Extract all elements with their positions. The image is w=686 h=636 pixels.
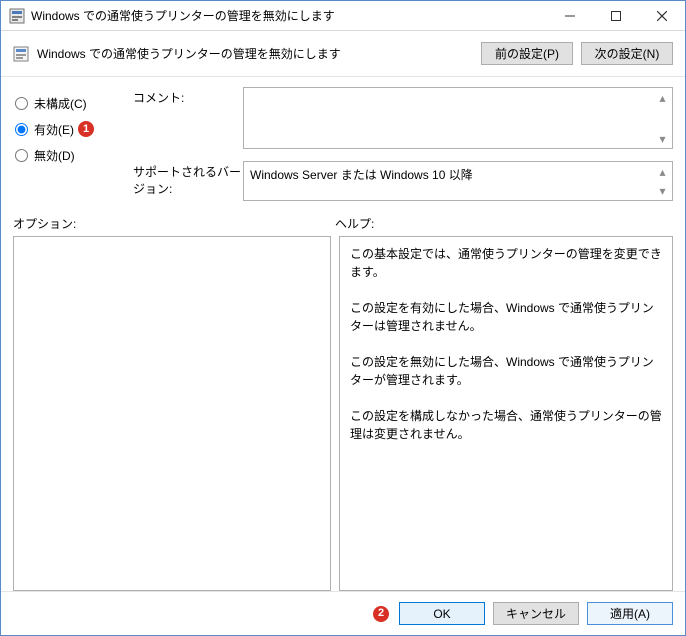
window-controls [547,1,685,30]
previous-setting-button[interactable]: 前の設定(P) [481,42,573,65]
radio-input[interactable] [15,123,28,136]
policy-header: Windows での通常使うプリンターの管理を無効にします 前の設定(P) 次の… [1,31,685,77]
radio-disabled[interactable]: 無効(D) [13,143,123,167]
ok-button[interactable]: OK [399,602,485,625]
help-text: この基本設定では、通常使うプリンターの管理を変更できます。 この設定を有効にした… [350,247,662,441]
radio-not-configured[interactable]: 未構成(C) [13,91,123,115]
minimize-button[interactable] [547,1,593,30]
scroll-down-icon[interactable]: ▾ [655,131,670,146]
policy-title: Windows での通常使うプリンターの管理を無効にします [37,45,473,62]
config-area: 未構成(C) 有効(E) 1 無効(D) コメント: ▴ ▾ [13,87,673,201]
help-label: ヘルプ: [335,215,374,232]
apply-button[interactable]: 適用(A) [587,602,673,625]
close-button[interactable] [639,1,685,30]
fields-column: コメント: ▴ ▾ サポートされるバージョン: Windows Server ま… [133,87,673,201]
button-label: 次の設定(N) [595,45,660,62]
button-label: OK [433,607,450,621]
scroll-down-icon[interactable]: ▾ [655,183,670,198]
help-pane: この基本設定では、通常使うプリンターの管理を変更できます。 この設定を有効にした… [339,236,673,591]
button-label: 適用(A) [610,605,650,622]
state-radio-group: 未構成(C) 有効(E) 1 無効(D) [13,87,123,201]
titlebar: Windows での通常使うプリンターの管理を無効にします [1,1,685,31]
radio-input[interactable] [15,149,28,162]
radio-input[interactable] [15,97,28,110]
next-setting-button[interactable]: 次の設定(N) [581,42,673,65]
annotation-badge-2: 2 [373,606,389,622]
section-labels: オプション: ヘルプ: [13,215,673,232]
dialog-body: 未構成(C) 有効(E) 1 無効(D) コメント: ▴ ▾ [1,77,685,591]
maximize-button[interactable] [593,1,639,30]
radio-label: 未構成(C) [34,95,87,112]
button-label: 前の設定(P) [495,45,559,62]
button-label: キャンセル [506,605,566,622]
panes: この基本設定では、通常使うプリンターの管理を変更できます。 この設定を有効にした… [13,236,673,591]
policy-icon [13,46,29,62]
policy-dialog: Windows での通常使うプリンターの管理を無効にします Windows での… [0,0,686,636]
supported-on-box: Windows Server または Windows 10 以降 ▴ ▾ [243,161,673,201]
policy-app-icon [9,8,25,24]
radio-label: 有効(E) [34,121,74,138]
scroll-up-icon[interactable]: ▴ [655,90,670,105]
supported-value: Windows Server または Windows 10 以降 [250,168,473,182]
comment-label: コメント: [133,87,243,106]
supported-label: サポートされるバージョン: [133,161,243,197]
scroll-up-icon[interactable]: ▴ [655,164,670,179]
radio-enabled[interactable]: 有効(E) 1 [13,117,123,141]
radio-label: 無効(D) [34,147,75,164]
options-label: オプション: [13,215,335,232]
annotation-badge-1: 1 [78,121,94,137]
window-title: Windows での通常使うプリンターの管理を無効にします [31,7,547,24]
cancel-button[interactable]: キャンセル [493,602,579,625]
comment-textarea[interactable]: ▴ ▾ [243,87,673,149]
dialog-button-row: 2 OK キャンセル 適用(A) [1,591,685,635]
options-pane [13,236,331,591]
